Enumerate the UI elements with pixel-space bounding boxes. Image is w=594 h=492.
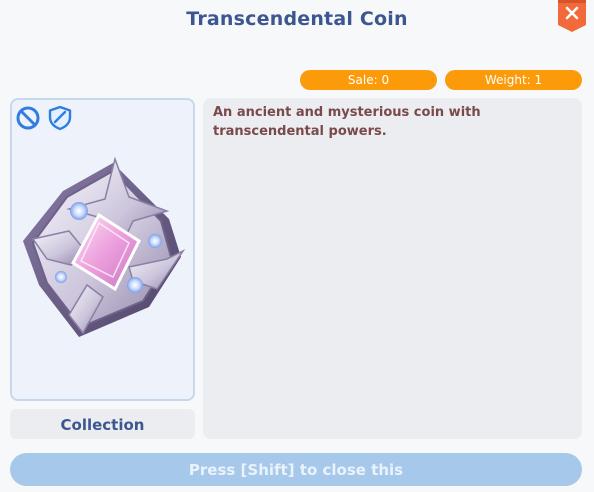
close-button[interactable] — [558, 0, 586, 32]
item-preview-panel — [10, 98, 195, 401]
no-trade-icon — [16, 106, 40, 130]
sale-price-badge: Sale: 0 — [300, 70, 437, 90]
dialog-title: Transcendental Coin — [186, 8, 408, 30]
shield-icon — [48, 105, 72, 131]
transcendental-coin-icon — [23, 157, 186, 337]
collection-button[interactable]: Collection — [10, 409, 195, 439]
close-hint-button[interactable]: Press [Shift] to close this — [10, 453, 582, 486]
item-description: An ancient and mysterious coin with tran… — [213, 105, 481, 139]
weight-badge: Weight: 1 — [445, 70, 582, 90]
description-panel: An ancient and mysterious coin with tran… — [203, 98, 582, 439]
close-icon[interactable] — [558, 0, 586, 32]
